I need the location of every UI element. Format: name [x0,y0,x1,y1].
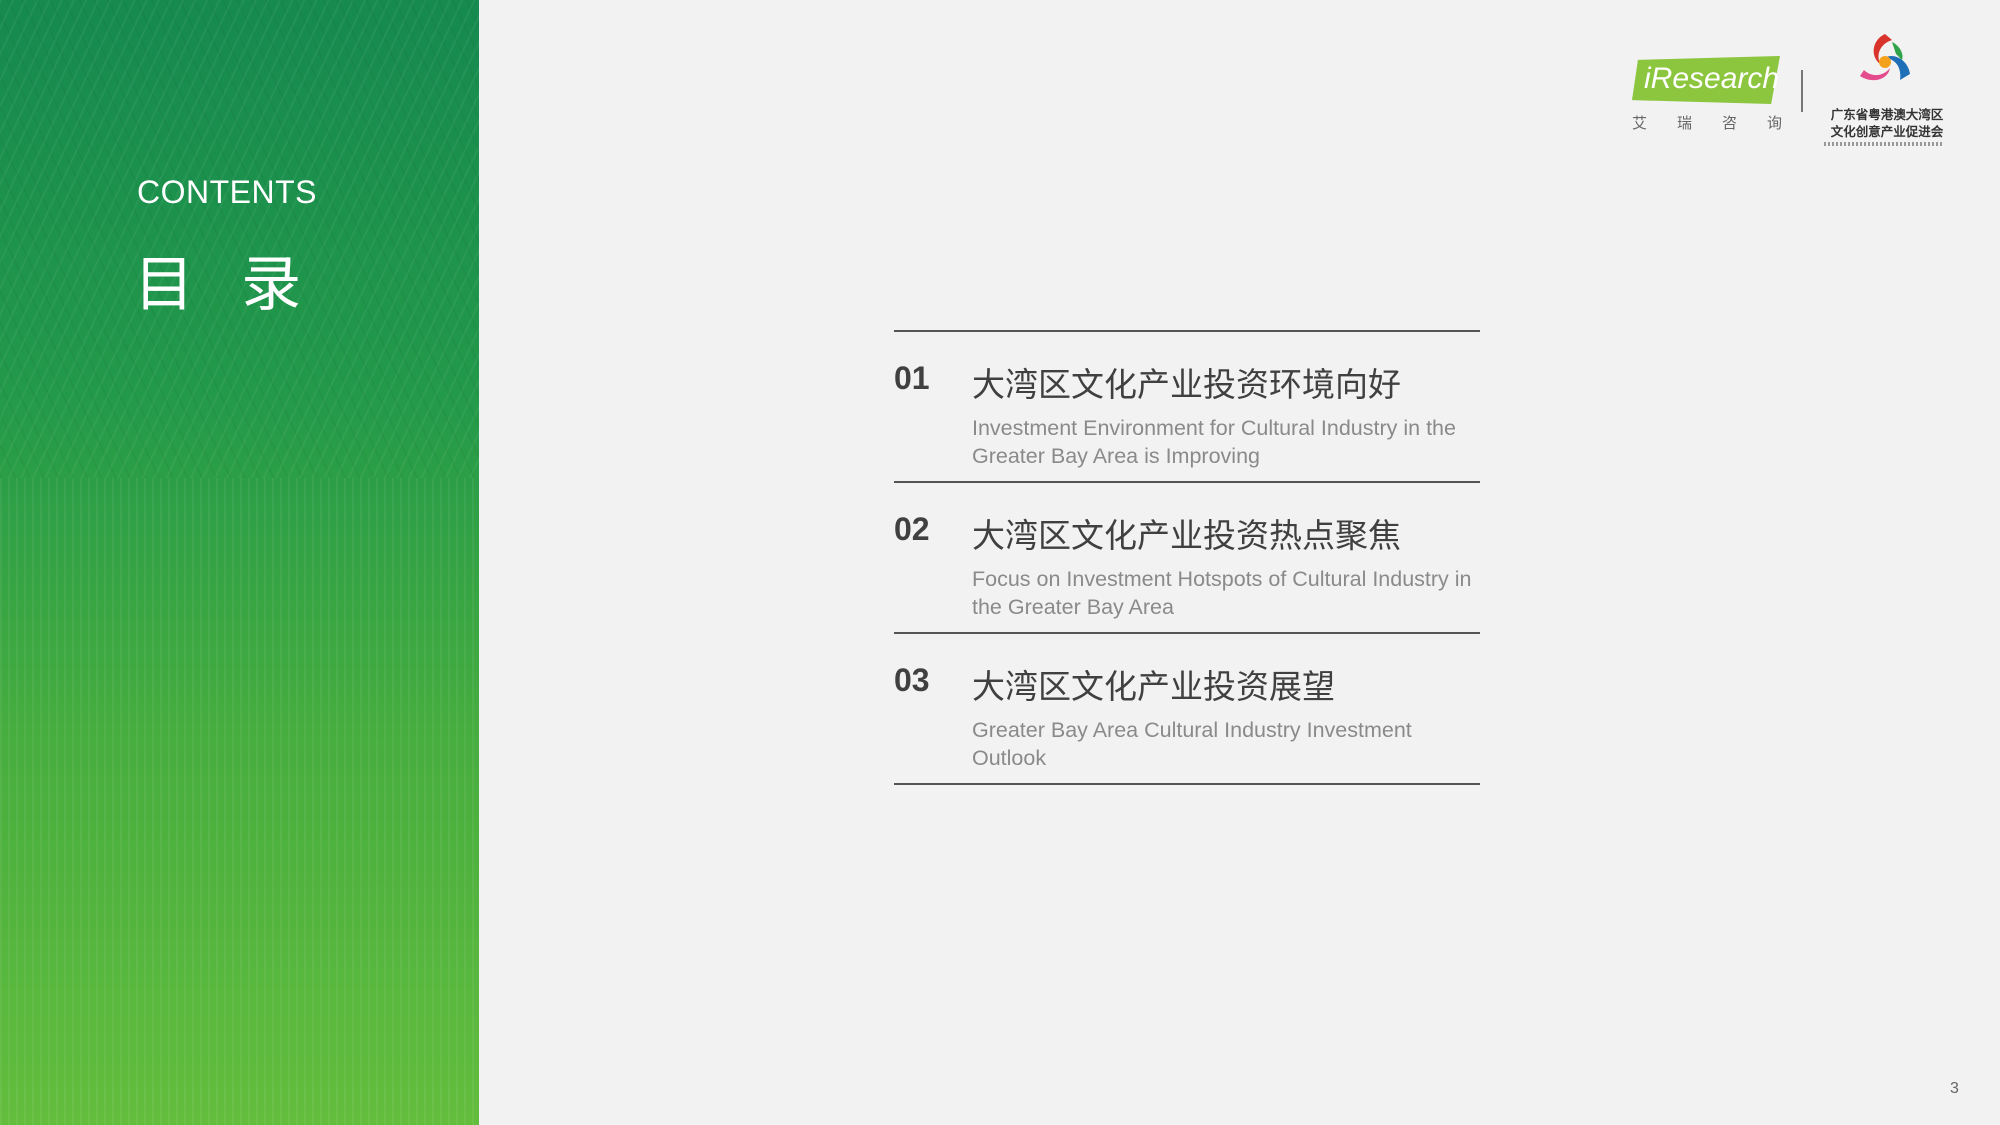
table-of-contents: 01 大湾区文化产业投资环境向好 Investment Environment … [894,330,1480,785]
toc-item[interactable]: 01 大湾区文化产业投资环境向好 Investment Environment … [894,332,1480,481]
iresearch-cn-char: 咨 [1721,114,1737,132]
toc-item[interactable]: 02 大湾区文化产业投资热点聚焦 Focus on Investment Hot… [894,483,1480,632]
toc-item-title-en: Focus on Investment Hotspots of Cultural… [972,567,1472,619]
toc-item-title-en: Investment Environment for Cultural Indu… [972,416,1456,468]
logo-divider [1801,70,1803,112]
association-name: 广东省粤港澳大湾区 文化创意产业促进会 [1822,106,1952,140]
page-number: 3 [1950,1080,1959,1097]
association-name-line: 广东省粤港澳大湾区 [1830,107,1944,122]
toc-item-number: 03 [894,662,930,698]
iresearch-cn-char: 瑞 [1676,114,1692,132]
iresearch-logo-text: iResearch [1644,62,1780,95]
association-emblem-icon [1860,34,1910,81]
toc-item-title-en: Greater Bay Area Cultural Industry Inves… [972,718,1412,770]
contents-title: 目 录 [134,250,316,320]
sidebar-stripe-pattern [0,478,479,1125]
contents-label: CONTENTS [137,174,317,210]
toc-item-number: 01 [894,360,930,396]
association-name-line: 文化创意产业促进会 [1830,124,1944,139]
association-subline-graphic [1824,142,1944,146]
toc-divider [894,783,1480,785]
toc-item[interactable]: 03 大湾区文化产业投资展望 Greater Bay Area Cultural… [894,634,1480,783]
iresearch-cn-char: 询 [1766,114,1782,132]
toc-item-number: 02 [894,511,930,547]
iresearch-logo-cn: 艾 瑞 咨 询 [1632,112,1782,133]
sidebar-panel: CONTENTS 目 录 [0,0,479,1125]
toc-item-title-cn: 大湾区文化产业投资展望 [972,667,1335,706]
toc-item-title-cn: 大湾区文化产业投资热点聚焦 [972,516,1401,555]
iresearch-cn-char: 艾 [1632,114,1648,132]
logo-area: iResearch 艾 瑞 咨 询 广东省粤港澳大湾区 文化创意产业促进会 [1628,28,1958,158]
toc-item-title-cn: 大湾区文化产业投资环境向好 [972,365,1401,404]
